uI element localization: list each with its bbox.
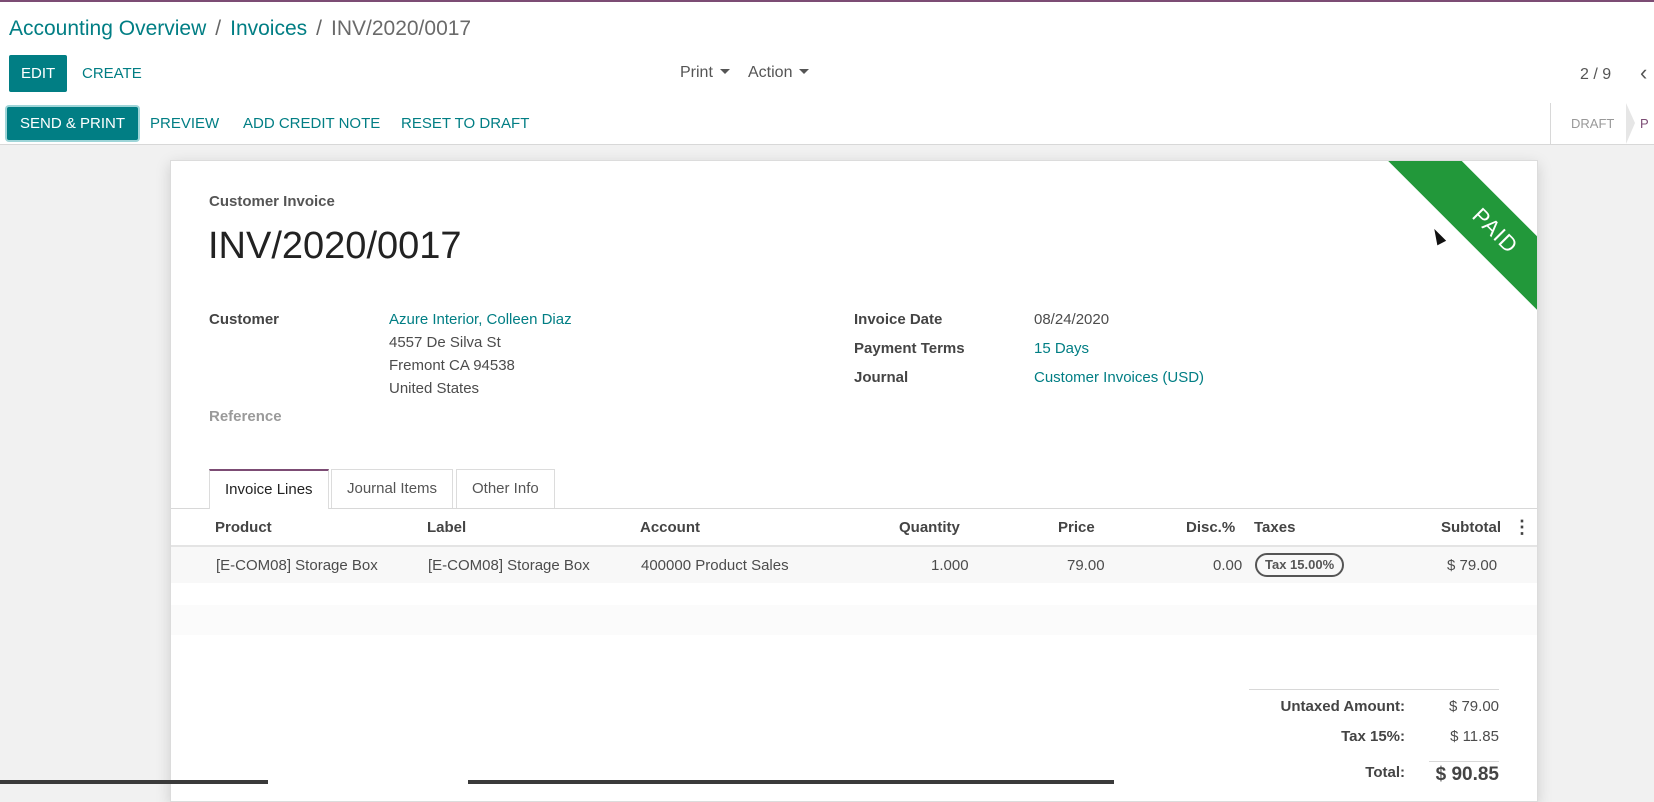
preview-button[interactable]: PREVIEW xyxy=(150,107,219,140)
column-label[interactable]: Label xyxy=(427,519,466,536)
cell-label: [E-COM08] Storage Box xyxy=(428,557,590,574)
edit-button[interactable]: EDIT xyxy=(9,55,68,92)
breadcrumb-accounting-overview[interactable]: Accounting Overview xyxy=(9,17,206,40)
column-subtotal[interactable]: Subtotal xyxy=(1441,519,1501,536)
kebab-menu-icon[interactable]: ⋮ xyxy=(1513,517,1531,538)
column-quantity[interactable]: Quantity xyxy=(899,519,960,536)
tab-journal-items[interactable]: Journal Items xyxy=(331,469,454,508)
cell-quantity: 1.000 xyxy=(931,557,969,574)
statusbar: SEND & PRINT PREVIEW ADD CREDIT NOTE RES… xyxy=(0,103,1654,145)
address-line-2: Fremont CA 94538 xyxy=(389,357,515,374)
column-discount[interactable]: Disc.% xyxy=(1186,519,1235,536)
total-label: Total: xyxy=(1365,764,1405,781)
tax-tag: Tax 15.00% xyxy=(1255,553,1345,577)
print-label: Print xyxy=(680,64,713,81)
invoice-date-value: 08/24/2020 xyxy=(1034,311,1110,328)
invoice-date-label: Invoice Date xyxy=(854,311,943,328)
bottom-bar-segment xyxy=(468,780,1114,784)
payment-terms-link[interactable]: 15 Days xyxy=(1034,340,1089,357)
ribbon-label: PAID xyxy=(1370,161,1537,341)
reset-to-draft-button[interactable]: RESET TO DRAFT xyxy=(401,107,529,140)
cell-account: 400000 Product Sales xyxy=(641,557,789,574)
stage-separator xyxy=(1626,103,1635,144)
tax-value: $ 11.85 xyxy=(1450,728,1499,745)
table-row[interactable]: [E-COM08] Storage Box [E-COM08] Storage … xyxy=(171,547,1537,583)
stage-draft[interactable]: DRAFT xyxy=(1550,103,1634,144)
column-account[interactable]: Account xyxy=(640,519,700,536)
cell-subtotal: $ 79.00 xyxy=(1447,557,1498,574)
tax-label: Tax 15%: xyxy=(1341,728,1405,745)
add-credit-note-button[interactable]: ADD CREDIT NOTE xyxy=(243,107,380,140)
send-print-button[interactable]: SEND & PRINT xyxy=(7,107,139,140)
reference-label: Reference xyxy=(209,408,282,425)
invoice-lines-header: Product Label Account Quantity Price Dis… xyxy=(171,509,1537,547)
journal-label: Journal xyxy=(854,369,909,386)
pager-value[interactable]: 2 / 9 xyxy=(1580,66,1611,84)
address-line-1: 4557 De Silva St xyxy=(389,334,501,351)
cell-price: 79.00 xyxy=(1067,557,1105,574)
journal-link[interactable]: Customer Invoices (USD) xyxy=(1034,369,1204,386)
caret-down-icon xyxy=(799,69,810,74)
action-label: Action xyxy=(748,64,793,81)
invoice-number: INV/2020/0017 xyxy=(208,225,462,267)
customer-label: Customer xyxy=(209,311,280,328)
caret-down-icon xyxy=(719,69,730,74)
cell-discount: 0.00 xyxy=(1213,557,1243,574)
totals-divider xyxy=(1249,689,1499,690)
cell-product: [E-COM08] Storage Box xyxy=(216,557,378,574)
address-line-3: United States xyxy=(389,380,480,397)
breadcrumb-current: INV/2020/0017 xyxy=(331,17,472,40)
breadcrumb-invoices[interactable]: Invoices xyxy=(230,17,307,40)
print-dropdown[interactable]: Print xyxy=(680,64,730,82)
column-product[interactable]: Product xyxy=(215,519,272,536)
payment-terms-label: Payment Terms xyxy=(854,340,965,357)
create-button[interactable]: CREATE xyxy=(82,55,142,92)
invoice-sheet: PAID Customer Invoice INV/2020/0017 Cust… xyxy=(170,160,1538,802)
untaxed-amount-label: Untaxed Amount: xyxy=(1280,698,1405,715)
column-price[interactable]: Price xyxy=(1058,519,1095,536)
tab-invoice-lines[interactable]: Invoice Lines xyxy=(209,469,329,509)
empty-row xyxy=(171,605,1537,635)
breadcrumb: Accounting Overview / Invoices / INV/2020/00… xyxy=(9,17,471,41)
column-taxes[interactable]: Taxes xyxy=(1254,519,1295,536)
control-panel: Accounting Overview / Invoices / INV/2020/00… xyxy=(0,2,1654,104)
tab-other-info[interactable]: Other Info xyxy=(456,469,555,508)
bottom-edge xyxy=(0,780,1654,784)
breadcrumb-separator: / xyxy=(215,17,222,40)
breadcrumb-separator: / xyxy=(316,17,322,40)
untaxed-amount-value: $ 79.00 xyxy=(1448,698,1499,715)
paid-ribbon: PAID xyxy=(1357,161,1537,341)
chevron-left-icon[interactable]: ‹ xyxy=(1640,60,1647,86)
document-type: Customer Invoice xyxy=(209,193,335,210)
stage-paid-partial[interactable]: P xyxy=(1640,103,1649,144)
bottom-bar-segment xyxy=(0,780,268,784)
action-dropdown[interactable]: Action xyxy=(748,64,810,82)
customer-link[interactable]: Azure Interior, Colleen Diaz xyxy=(389,311,572,328)
total-divider xyxy=(1429,761,1499,762)
